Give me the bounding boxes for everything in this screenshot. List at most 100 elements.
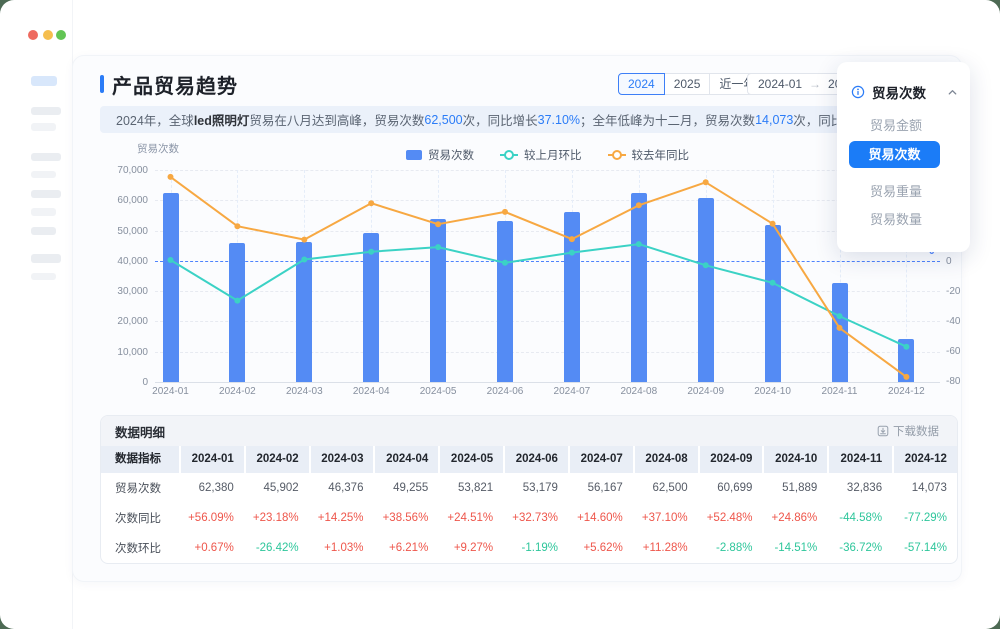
bar-2024-12[interactable] bbox=[898, 339, 914, 382]
table-cell: +0.67% bbox=[179, 542, 244, 554]
bar-2024-01[interactable] bbox=[163, 193, 179, 382]
legend-label: 较上月环比 bbox=[524, 147, 582, 163]
table-cell: 51,889 bbox=[762, 482, 827, 494]
table-header-cell: 2024-12 bbox=[894, 446, 957, 473]
table-cell: 45,902 bbox=[244, 482, 309, 494]
table-cell: +38.56% bbox=[373, 512, 438, 524]
chevron-up-icon bbox=[947, 87, 958, 98]
table-cell: -1.19% bbox=[503, 542, 568, 554]
table-cell: 32,836 bbox=[827, 482, 892, 494]
metric-option-1[interactable]: 贸易金额 bbox=[870, 115, 922, 134]
left-axis-tick: 40,000 bbox=[88, 256, 148, 267]
row-label: 贸易次数 bbox=[101, 480, 179, 496]
left-axis-tick: 70,000 bbox=[88, 165, 148, 176]
x-axis-tick: 2024-12 bbox=[878, 386, 934, 397]
table-cell: -2.88% bbox=[698, 542, 763, 554]
legend-item-较上月环比[interactable]: 较上月环比 bbox=[500, 147, 582, 163]
x-axis-tick: 2024-01 bbox=[143, 386, 199, 397]
gridline bbox=[155, 352, 940, 353]
gridline bbox=[155, 170, 940, 171]
range-start: 2024-01 bbox=[758, 74, 802, 94]
left-axis-tick: 0 bbox=[88, 377, 148, 388]
left-axis-tick: 20,000 bbox=[88, 316, 148, 327]
x-axis-tick: 2024-11 bbox=[812, 386, 868, 397]
table-title-bar: 数据明细 下载数据 bbox=[101, 416, 957, 446]
bar-2024-06[interactable] bbox=[497, 221, 513, 382]
table-cell: 49,255 bbox=[373, 482, 438, 494]
sidebar-skeleton-item bbox=[31, 273, 56, 280]
download-icon bbox=[877, 425, 889, 437]
download-label: 下载数据 bbox=[893, 423, 939, 439]
sidebar-skeleton-item bbox=[31, 171, 56, 178]
table-header-cell: 2024-08 bbox=[635, 446, 698, 473]
metric-dropdown-trigger[interactable]: 贸易次数 bbox=[851, 82, 958, 102]
legend-item-贸易次数[interactable]: 贸易次数 bbox=[406, 147, 474, 163]
metric-option-2[interactable]: 贸易次数 bbox=[849, 141, 940, 168]
table-cell: 56,167 bbox=[568, 482, 633, 494]
metric-option-3[interactable]: 贸易重量 bbox=[870, 181, 922, 200]
table-row: 次数同比+56.09%+23.18%+14.25%+38.56%+24.51%+… bbox=[101, 503, 957, 533]
table-cell: -44.58% bbox=[827, 512, 892, 524]
summary-segment: 次，同比增长 bbox=[463, 110, 538, 129]
table-cell: +32.73% bbox=[503, 512, 568, 524]
table-cell: +24.86% bbox=[762, 512, 827, 524]
bar-2024-09[interactable] bbox=[698, 198, 714, 382]
bar-2024-07[interactable] bbox=[564, 212, 580, 382]
table-cell: +14.25% bbox=[309, 512, 374, 524]
table-cell: +24.51% bbox=[438, 512, 503, 524]
summary-banner: 2024年，全球led照明灯贸易在八月达到高峰，贸易次数62,500次，同比增长… bbox=[100, 106, 958, 133]
year-filter-2025[interactable]: 2025 bbox=[664, 73, 711, 95]
chart-legend: 贸易次数 较上月环比 较去年同比 bbox=[155, 147, 940, 163]
gridline bbox=[155, 231, 940, 232]
left-axis-tick: 10,000 bbox=[88, 347, 148, 358]
sidebar-skeleton-item bbox=[31, 227, 56, 235]
right-axis-tick: -80 bbox=[946, 376, 960, 387]
bar-2024-08[interactable] bbox=[631, 193, 647, 382]
summary-segment: ；全年低峰为十二月，贸易次数 bbox=[580, 110, 755, 129]
year-filter-2024[interactable]: 2024 bbox=[618, 73, 665, 95]
x-axis-tick: 2024-07 bbox=[544, 386, 600, 397]
table-header-cell: 2024-01 bbox=[181, 446, 244, 473]
table-cell: -77.29% bbox=[892, 512, 957, 524]
summary-segment: 62,500 bbox=[424, 113, 462, 127]
sidebar-skeleton-item bbox=[31, 190, 61, 198]
gridline bbox=[155, 291, 940, 292]
table-header-cell: 2024-06 bbox=[505, 446, 568, 473]
x-axis-tick: 2024-10 bbox=[745, 386, 801, 397]
table-cell: -14.51% bbox=[762, 542, 827, 554]
table-body: 贸易次数62,38045,90246,37649,25553,82153,179… bbox=[101, 473, 957, 563]
table-cell: 60,699 bbox=[698, 482, 763, 494]
metric-option-4[interactable]: 贸易数量 bbox=[870, 209, 922, 228]
title-accent-bar bbox=[100, 75, 104, 93]
bar-2024-03[interactable] bbox=[296, 242, 312, 382]
bar-2024-02[interactable] bbox=[229, 243, 245, 382]
table-header-cell: 2024-05 bbox=[440, 446, 503, 473]
sidebar-skeleton-item bbox=[31, 107, 61, 115]
x-axis-tick: 2024-05 bbox=[410, 386, 466, 397]
sidebar-skeleton-item bbox=[31, 208, 56, 216]
x-axis-tick: 2024-03 bbox=[276, 386, 332, 397]
table-cell: 53,179 bbox=[503, 482, 568, 494]
app-window: 产品贸易趋势 20242025近一年 2024-01 → 2024-12 202… bbox=[0, 0, 1000, 629]
download-data-button[interactable]: 下载数据 bbox=[871, 422, 945, 440]
table-cell: +11.28% bbox=[633, 542, 698, 554]
bar-2024-10[interactable] bbox=[765, 225, 781, 382]
legend-item-较去年同比[interactable]: 较去年同比 bbox=[608, 147, 690, 163]
table-cell: 53,821 bbox=[438, 482, 503, 494]
window-maximize-button[interactable] bbox=[56, 30, 66, 40]
table-cell: -26.42% bbox=[244, 542, 309, 554]
x-axis-tick: 2024-02 bbox=[209, 386, 265, 397]
table-cell: +23.18% bbox=[244, 512, 309, 524]
bar-2024-05[interactable] bbox=[430, 219, 446, 382]
gridline bbox=[155, 382, 940, 383]
bar-2024-11[interactable] bbox=[832, 283, 848, 382]
table-header-cell: 2024-09 bbox=[700, 446, 763, 473]
window-minimize-button[interactable] bbox=[43, 30, 53, 40]
window-close-button[interactable] bbox=[28, 30, 38, 40]
sidebar-skeleton-item bbox=[31, 76, 57, 86]
table-cell: 62,500 bbox=[633, 482, 698, 494]
bar-2024-04[interactable] bbox=[363, 233, 379, 382]
left-axis-tick: 50,000 bbox=[88, 226, 148, 237]
table-header-cell: 2024-11 bbox=[829, 446, 892, 473]
data-table: 数据明细 下载数据 数据指标2024-012024-022024-032024-… bbox=[100, 415, 958, 564]
